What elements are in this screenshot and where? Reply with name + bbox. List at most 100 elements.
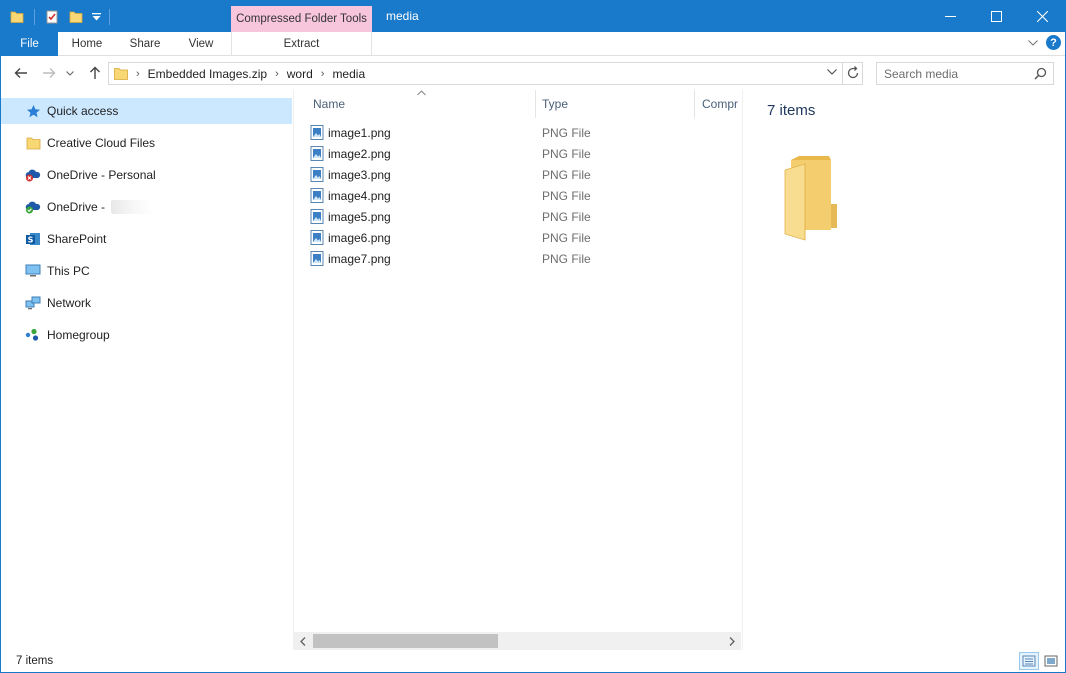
item-count: 7 items	[767, 102, 816, 119]
title-bar: Compressed Folder Tools media	[1, 1, 1065, 32]
quick-access-toolbar	[7, 6, 113, 28]
nav-item-network[interactable]: Network	[1, 290, 292, 316]
forward-button[interactable]	[39, 63, 59, 83]
status-item-count: 7 items	[16, 655, 54, 667]
file-row[interactable]: image5.png PNG File	[310, 206, 730, 227]
nav-item-this-pc[interactable]: This PC	[1, 258, 292, 284]
file-name: image7.png	[328, 251, 391, 266]
file-type: PNG File	[542, 146, 591, 161]
column-separator[interactable]	[694, 90, 695, 118]
file-row[interactable]: image7.png PNG File	[310, 248, 730, 269]
large-icons-view-button[interactable]	[1041, 652, 1061, 670]
file-list: Name Type Compr image1.png PNG File imag…	[294, 90, 741, 650]
minimize-icon	[944, 16, 956, 17]
close-icon	[1036, 11, 1048, 22]
address-dropdown-icon[interactable]	[827, 69, 837, 75]
breadcrumb-media[interactable]: media	[332, 67, 365, 81]
properties-icon[interactable]	[42, 7, 62, 27]
file-row[interactable]: image1.png PNG File	[310, 122, 730, 143]
recent-locations-button[interactable]	[63, 63, 77, 83]
sharepoint-icon: S	[25, 231, 41, 247]
search-input[interactable]	[877, 63, 1022, 84]
details-view-icon	[1022, 655, 1036, 667]
tab-extract[interactable]: Extract	[232, 32, 371, 56]
sort-ascending-icon	[417, 90, 426, 96]
png-file-icon	[310, 251, 324, 266]
expand-ribbon-icon[interactable]	[1028, 39, 1038, 46]
scroll-left-icon[interactable]	[294, 632, 312, 650]
details-view-button[interactable]	[1019, 652, 1039, 670]
star-icon	[25, 103, 41, 119]
png-file-icon	[310, 146, 324, 161]
file-row[interactable]: image2.png PNG File	[310, 143, 730, 164]
breadcrumb-embedded-images-zip[interactable]: Embedded Images.zip	[148, 67, 267, 81]
customize-qat-icon[interactable]	[90, 7, 102, 27]
nav-item-quick-access[interactable]: Quick access	[1, 98, 292, 124]
column-header-type[interactable]: Type	[542, 90, 692, 118]
nav-item-label: Homegroup	[47, 328, 110, 342]
nav-item-sharepoint[interactable]: S SharePoint	[1, 226, 292, 252]
computer-icon	[25, 263, 41, 279]
column-separator[interactable]	[535, 90, 536, 118]
compressed-folder-tools-tab: Compressed Folder Tools	[231, 6, 372, 32]
column-header-label: Compr	[702, 97, 739, 111]
column-header-label: Name	[313, 97, 346, 111]
address-row: › Embedded Images.zip › word › media	[1, 57, 1065, 89]
navigation-pane: Quick access Creative Cloud Files OneDri…	[1, 90, 293, 650]
nav-item-label: Quick access	[47, 104, 119, 118]
file-type: PNG File	[542, 167, 591, 182]
column-header-label: Type	[542, 97, 569, 111]
png-file-icon	[310, 188, 324, 203]
explorer-window: Compressed Folder Tools media File Home …	[0, 0, 1066, 673]
tab-share[interactable]: Share	[121, 32, 169, 56]
search-icon[interactable]	[1034, 67, 1047, 80]
close-button[interactable]	[1019, 1, 1065, 32]
file-name: image4.png	[328, 188, 391, 203]
scrollbar-thumb[interactable]	[313, 634, 498, 648]
extract-tab-area: Extract	[231, 32, 372, 56]
ribbon-controls: ?	[1028, 35, 1061, 50]
file-row[interactable]: image3.png PNG File	[310, 164, 730, 185]
nav-item-label: Creative Cloud Files	[47, 136, 156, 150]
file-row[interactable]: image4.png PNG File	[310, 185, 730, 206]
png-file-icon	[310, 209, 324, 224]
folder-icon[interactable]	[7, 7, 27, 27]
nav-item-creative-cloud-files[interactable]: Creative Cloud Files	[1, 130, 292, 156]
back-button[interactable]	[11, 63, 31, 83]
back-arrow-icon	[14, 68, 27, 78]
refresh-icon[interactable]	[846, 66, 860, 80]
minimize-button[interactable]	[927, 1, 973, 32]
chevron-down-icon	[66, 70, 74, 76]
nav-item-onedrive-personal[interactable]: OneDrive - Personal	[1, 162, 292, 188]
address-bar[interactable]: › Embedded Images.zip › word › media	[108, 62, 863, 85]
new-folder-icon[interactable]	[66, 7, 86, 27]
forward-arrow-icon	[43, 68, 56, 78]
tab-view[interactable]: View	[177, 32, 225, 56]
search-box	[876, 62, 1054, 85]
png-file-icon	[310, 230, 324, 245]
chevron-right-icon[interactable]: ›	[136, 68, 140, 80]
nav-item-label: This PC	[47, 264, 90, 278]
chevron-right-icon[interactable]: ›	[275, 68, 279, 80]
folder-icon	[784, 156, 837, 241]
scroll-right-icon[interactable]	[723, 632, 741, 650]
horizontal-scrollbar[interactable]	[294, 632, 741, 650]
qat-separator	[34, 9, 35, 25]
qat-separator	[109, 9, 110, 25]
chevron-right-icon[interactable]: ›	[321, 68, 325, 80]
up-button[interactable]	[85, 63, 105, 83]
nav-item-onedrive-business[interactable]: OneDrive -	[1, 194, 292, 220]
help-icon[interactable]: ?	[1046, 35, 1061, 50]
nav-item-homegroup[interactable]: Homegroup	[1, 322, 292, 348]
homegroup-icon	[25, 327, 41, 343]
onedrive-icon	[25, 199, 41, 215]
tab-file[interactable]: File	[1, 32, 58, 56]
up-arrow-icon	[90, 66, 100, 79]
column-header-compressed[interactable]: Compr	[702, 90, 740, 118]
maximize-button[interactable]	[973, 1, 1019, 32]
breadcrumb-word[interactable]: word	[287, 67, 313, 81]
file-name: image3.png	[328, 167, 391, 182]
folder-icon	[114, 67, 128, 80]
file-row[interactable]: image6.png PNG File	[310, 227, 730, 248]
tab-home[interactable]: Home	[63, 32, 111, 56]
